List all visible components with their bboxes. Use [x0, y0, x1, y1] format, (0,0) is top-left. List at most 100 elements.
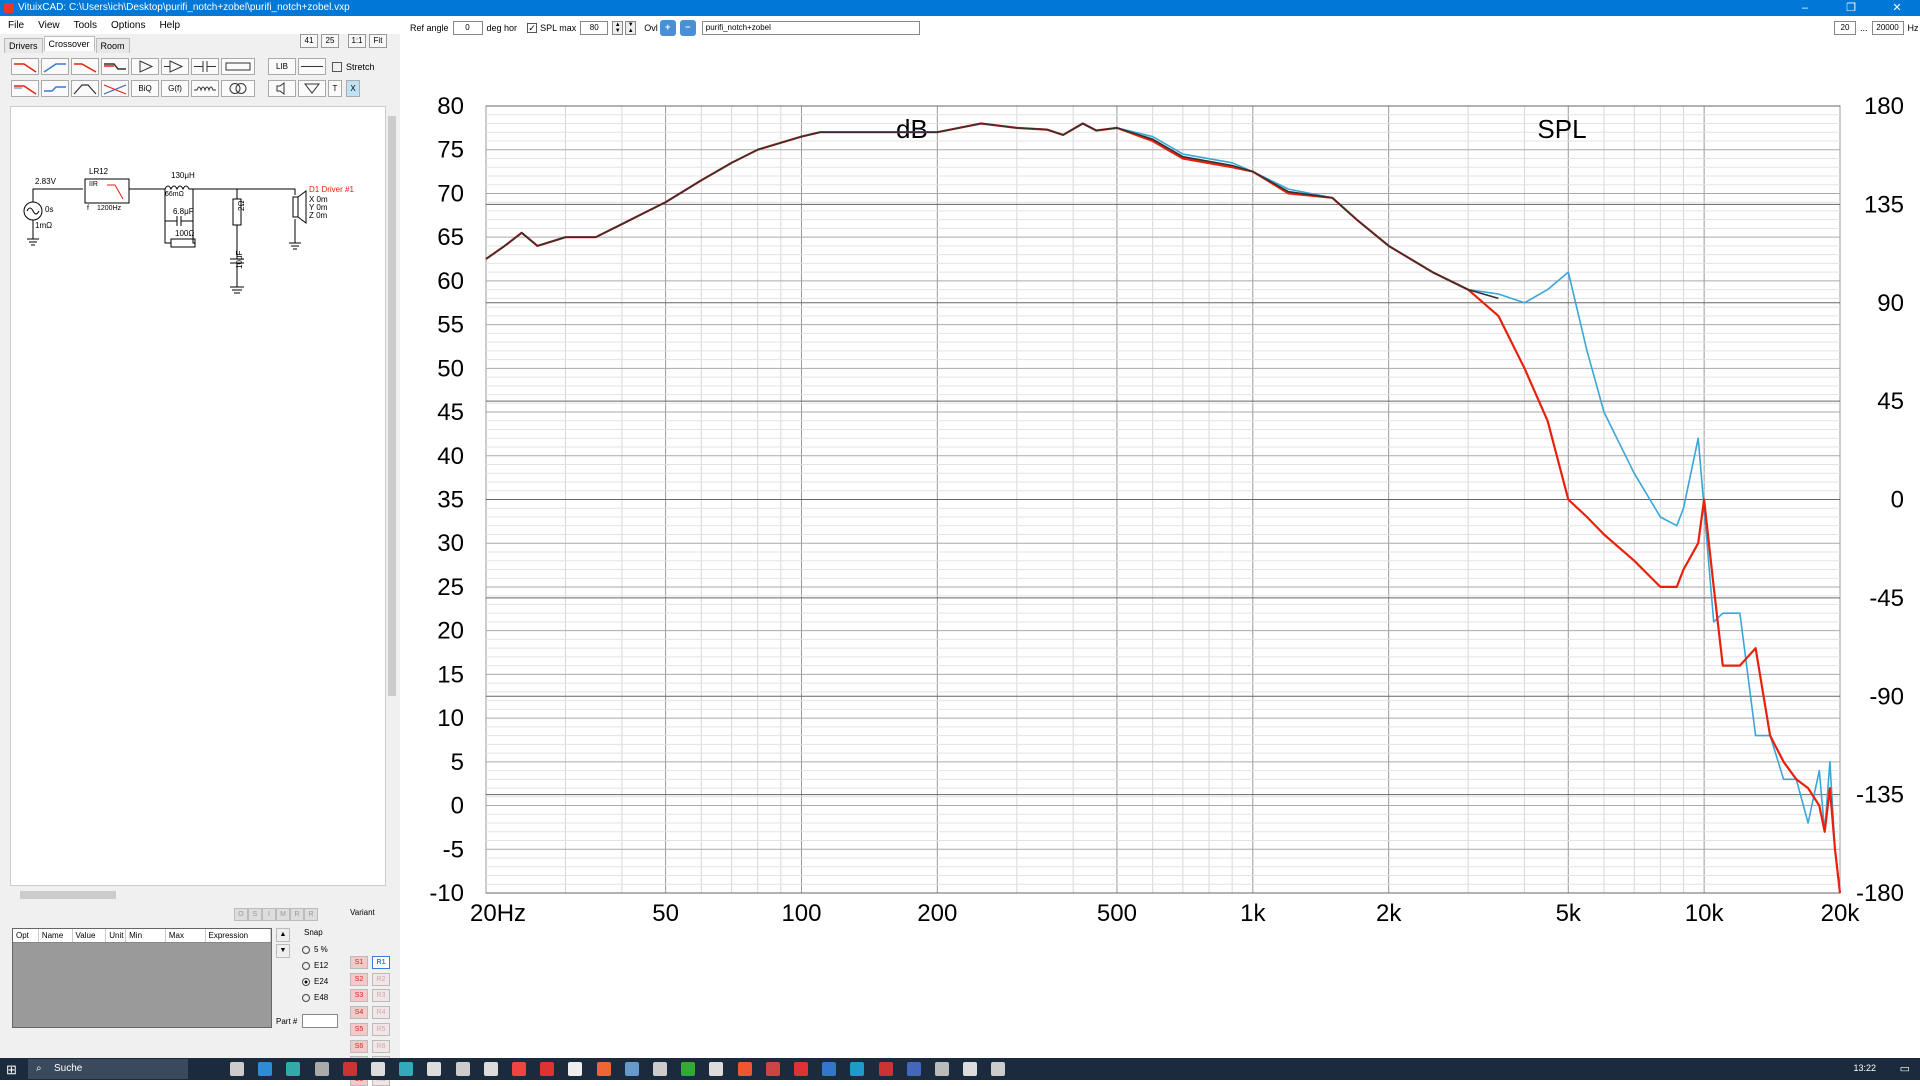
opt-button-i[interactable]: I	[262, 908, 276, 921]
edge-icon[interactable]	[258, 1062, 273, 1076]
highpass-tool-icon[interactable]	[41, 58, 69, 75]
variant-s-button[interactable]: S1	[350, 956, 368, 969]
overlay-name-field[interactable]: purifi_notch+zobel	[701, 21, 920, 35]
close-icon[interactable]: ✕	[1874, 0, 1920, 16]
col-min[interactable]: Min	[126, 929, 166, 942]
app-icon[interactable]	[342, 1062, 357, 1076]
ref-angle-input[interactable]: 0	[452, 21, 483, 35]
app-icon[interactable]	[653, 1062, 667, 1076]
shelf-tool-icon[interactable]	[101, 58, 129, 75]
variant-s-button[interactable]: S4	[350, 1006, 368, 1020]
app-icon[interactable]	[568, 1062, 583, 1076]
snap-option-e12[interactable]: E12	[302, 958, 328, 974]
opt-button-o[interactable]: O	[234, 908, 248, 921]
task-view-icon[interactable]	[230, 1062, 244, 1076]
col-unit[interactable]: Unit	[106, 929, 127, 942]
app-icon[interactable]	[427, 1062, 442, 1076]
scale-25-button[interactable]: 25	[321, 34, 339, 48]
app-icon[interactable]	[737, 1062, 752, 1076]
variant-s-button[interactable]: S6	[350, 1039, 368, 1053]
schematic-horizontal-scrollbar[interactable]	[10, 889, 386, 901]
notch-tool-icon[interactable]	[101, 80, 129, 97]
app-icon[interactable]	[822, 1062, 837, 1076]
lp2-tool-icon[interactable]	[11, 80, 39, 97]
app-icon[interactable]	[963, 1062, 978, 1076]
notification-icon[interactable]: ▭	[1900, 1062, 1910, 1075]
text-tool-button[interactable]: T	[328, 80, 342, 97]
col-opt[interactable]: Opt	[13, 929, 39, 942]
app-icon[interactable]	[399, 1062, 414, 1076]
app-icon[interactable]	[850, 1062, 865, 1076]
tab-drivers[interactable]: Drivers	[4, 38, 43, 53]
col-name[interactable]: Name	[39, 929, 73, 942]
app-icon[interactable]	[512, 1062, 526, 1076]
amplifier-tool-icon[interactable]	[131, 58, 159, 75]
col-max[interactable]: Max	[166, 929, 206, 942]
library-button[interactable]: LIB	[268, 58, 296, 75]
app-icon[interactable]	[596, 1062, 611, 1076]
maximize-icon[interactable]: ❐	[1828, 0, 1874, 16]
menu-help[interactable]: Help	[159, 20, 180, 31]
spl-max-input[interactable]: 80	[580, 21, 609, 35]
opt-button-r2[interactable]: R	[304, 908, 318, 921]
part-number-input[interactable]	[302, 1014, 338, 1028]
opt-button-r1[interactable]: R	[290, 908, 304, 921]
variant-s-button[interactable]: S2	[350, 972, 368, 986]
allpass-lp-tool-icon[interactable]	[71, 58, 99, 75]
col-expression[interactable]: Expression	[206, 929, 271, 942]
variant-s-button[interactable]: S5	[350, 1022, 368, 1036]
scale-41-button[interactable]: 41	[300, 34, 318, 48]
opt-button-s[interactable]: S	[248, 908, 262, 921]
buffer-tool-icon[interactable]	[161, 58, 189, 75]
capacitor-tool-icon[interactable]	[191, 58, 219, 75]
menu-file[interactable]: File	[8, 20, 24, 31]
wire-tool-icon[interactable]	[298, 58, 326, 75]
app-icon[interactable]	[483, 1062, 498, 1076]
variant-r-button[interactable]: R3	[372, 989, 390, 1003]
variant-r-button[interactable]: R6	[372, 1039, 390, 1053]
scale-1to1-button[interactable]: 1:1	[348, 34, 366, 48]
biquad-tool-button[interactable]: BiQ	[131, 80, 159, 97]
move-up-icon[interactable]: ▲	[276, 928, 290, 942]
variant-r-button[interactable]: R2	[372, 972, 390, 986]
freq-min-input[interactable]: 20	[1834, 21, 1856, 35]
tab-crossover[interactable]: Crossover	[43, 36, 95, 51]
app-icon[interactable]	[794, 1062, 808, 1076]
transformer-tool-icon[interactable]	[221, 80, 255, 97]
app-icon[interactable]	[681, 1062, 696, 1076]
freq-max-input[interactable]: 20000	[1871, 21, 1904, 35]
taskbar-search[interactable]: ⌕ Suche	[28, 1059, 188, 1079]
spl-max-checkbox[interactable]: ✓	[527, 23, 538, 33]
schematic-vertical-scrollbar[interactable]	[386, 106, 398, 886]
app-icon[interactable]	[455, 1062, 470, 1076]
menu-options[interactable]: Options	[111, 20, 145, 31]
add-overlay-icon[interactable]: +	[659, 20, 676, 36]
app-icon[interactable]	[709, 1062, 724, 1076]
menu-view[interactable]: View	[38, 20, 60, 31]
variant-r-button[interactable]: R1	[372, 956, 390, 969]
skype-icon[interactable]	[286, 1062, 301, 1076]
x-tool-button[interactable]: X	[346, 80, 360, 97]
variant-r-button[interactable]: R5	[372, 1022, 390, 1036]
app-icon[interactable]	[991, 1062, 1006, 1076]
tab-room[interactable]: Room	[95, 38, 130, 53]
hp2-tool-icon[interactable]	[41, 80, 69, 97]
menu-tools[interactable]: Tools	[74, 20, 97, 31]
app-icon[interactable]	[935, 1062, 949, 1076]
inductor-tool-icon[interactable]	[191, 80, 219, 97]
lowpass-tool-icon[interactable]	[11, 58, 39, 75]
move-down-icon[interactable]: ▼	[276, 944, 290, 958]
windows-start-icon[interactable]: ⊞	[6, 1062, 17, 1078]
col-value[interactable]: Value	[73, 929, 107, 942]
bandpass-tool-icon[interactable]	[71, 80, 99, 97]
fit-button[interactable]: Fit	[369, 34, 387, 48]
minimize-icon[interactable]: –	[1782, 0, 1828, 16]
app-icon[interactable]	[314, 1062, 329, 1076]
variant-r-button[interactable]: R4	[372, 1006, 390, 1020]
snap-option-5[interactable]: 5 %	[302, 942, 328, 958]
ground-tool-icon[interactable]	[298, 80, 326, 97]
parts-table[interactable]: Opt Name Value Unit Min Max Expression	[12, 928, 272, 1028]
app-icon[interactable]	[765, 1062, 780, 1076]
snap-option-e24[interactable]: E24	[302, 974, 328, 990]
spl-collapse-icon[interactable]: ▼ ▲	[625, 21, 637, 35]
